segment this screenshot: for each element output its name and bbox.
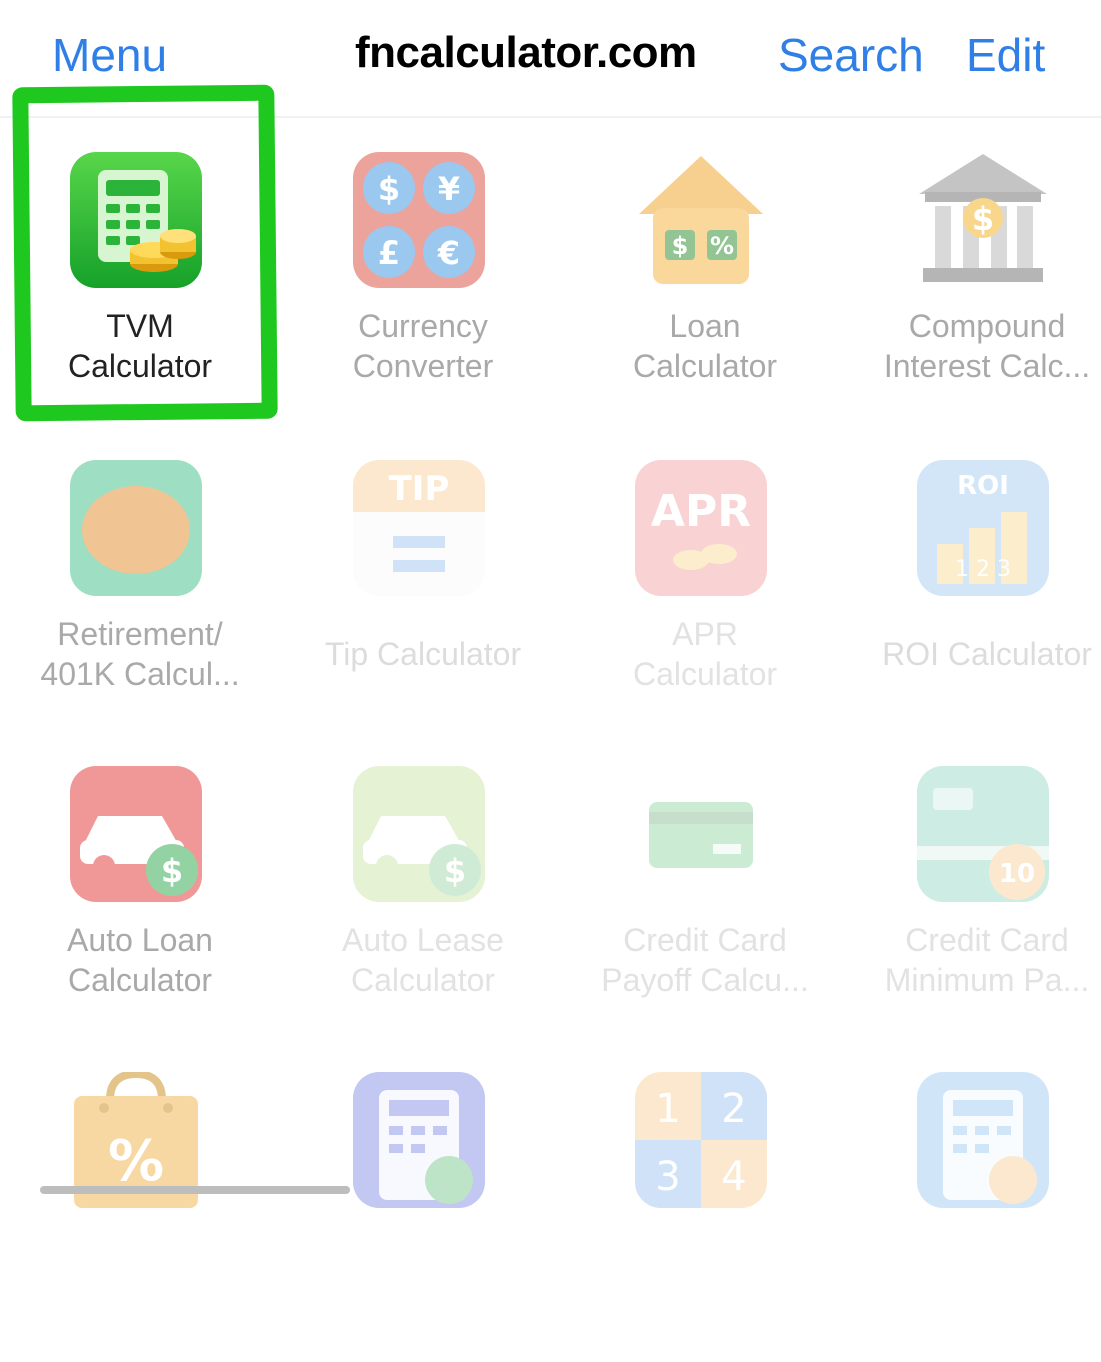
digit-2: 2 <box>721 1086 746 1132</box>
car-dollar-icon: $ <box>70 766 202 902</box>
menu-button[interactable]: Menu <box>52 28 167 82</box>
calculator-dollar-icon <box>353 1072 485 1208</box>
app-tip-calculator[interactable]: TIP Tip Calculator <box>283 460 563 750</box>
edit-button[interactable]: Edit <box>966 28 1045 82</box>
percent-symbol: % <box>710 232 734 260</box>
app-label: Auto Lease Calculator <box>342 922 504 998</box>
app-percent-calculator[interactable] <box>847 1072 1101 1362</box>
scroll-indicator[interactable] <box>40 1186 350 1194</box>
pound-symbol: £ <box>378 234 400 272</box>
dollar-symbol: $ <box>972 200 994 238</box>
apr-text: APR <box>651 486 751 537</box>
app-label: Compound Interest Calc... <box>883 308 1091 384</box>
dollar-symbol: $ <box>161 852 183 890</box>
roi-text: ROI <box>957 471 1009 501</box>
app-label: Loan Calculator <box>632 308 778 384</box>
app-discount-calculator[interactable]: % <box>0 1072 280 1362</box>
app-label: APR Calculator <box>632 616 778 692</box>
currency-icon: $ ¥ £ € <box>353 152 485 288</box>
dollar-symbol: $ <box>672 232 689 260</box>
search-button[interactable]: Search <box>778 28 924 82</box>
app-label: Auto Loan Calculator <box>67 922 213 998</box>
app-number-calculator[interactable]: 1 2 3 4 <box>565 1072 845 1362</box>
app-roi-calculator[interactable]: ROI 1 2 3 ROI Calculator <box>847 460 1101 750</box>
roi-digits: 1 2 3 <box>955 557 1011 582</box>
app-label: ROI Calculator <box>882 636 1092 672</box>
yen-symbol: ¥ <box>438 170 460 208</box>
credit-card-minimum-icon: 10 <box>917 766 1049 902</box>
app-retirement-calculator[interactable]: Retirement/ 401K Calcul... <box>0 460 280 750</box>
app-label: Currency Converter <box>352 308 494 384</box>
tip-text: TIP <box>389 469 450 509</box>
tip-icon: TIP <box>353 460 485 596</box>
house-icon: $ % <box>635 152 767 288</box>
app-credit-card-payoff-calculator[interactable]: Credit Card Payoff Calcu... <box>565 766 845 1056</box>
egg-icon <box>70 460 202 596</box>
dollar-symbol: $ <box>444 852 466 890</box>
app-auto-lease-calculator[interactable]: $ Auto Lease Calculator <box>283 766 563 1056</box>
credit-card-icon <box>635 766 767 902</box>
digit-3: 3 <box>655 1154 680 1200</box>
car-lease-icon: $ <box>353 766 485 902</box>
app-label: Retirement/ 401K Calcul... <box>40 616 240 692</box>
calculator-percent-icon <box>917 1072 1049 1208</box>
percent-symbol: % <box>108 1129 164 1194</box>
digit-1: 1 <box>655 1086 680 1132</box>
app-currency-converter[interactable]: $ ¥ £ € Currency Converter <box>283 152 563 442</box>
bank-icon: $ <box>917 152 1049 288</box>
app-label: Credit Card Minimum Pa... <box>884 922 1090 998</box>
app-label: Tip Calculator <box>324 636 522 672</box>
apr-icon: APR <box>635 460 767 596</box>
euro-symbol: € <box>437 234 460 272</box>
app-auto-loan-calculator[interactable]: $ Auto Loan Calculator <box>0 766 280 1056</box>
app-salary-calculator[interactable] <box>283 1072 563 1362</box>
app-apr-calculator[interactable]: APR APR Calculator <box>565 460 845 750</box>
dollar-symbol: $ <box>378 170 400 208</box>
app-loan-calculator[interactable]: $ % Loan Calculator <box>565 152 845 442</box>
number-10: 10 <box>999 859 1035 889</box>
app-compound-interest-calculator[interactable]: $ Compound Interest Calc... <box>847 152 1101 442</box>
app-label: Credit Card Payoff Calcu... <box>601 922 809 998</box>
number-grid-icon: 1 2 3 4 <box>635 1072 767 1208</box>
highlight-marker <box>12 84 278 422</box>
app-credit-card-minimum-payment-calculator[interactable]: 10 Credit Card Minimum Pa... <box>847 766 1101 1056</box>
page-title: fncalculator.com <box>355 28 697 77</box>
roi-chart-icon: ROI 1 2 3 <box>917 460 1049 596</box>
digit-4: 4 <box>721 1154 746 1200</box>
